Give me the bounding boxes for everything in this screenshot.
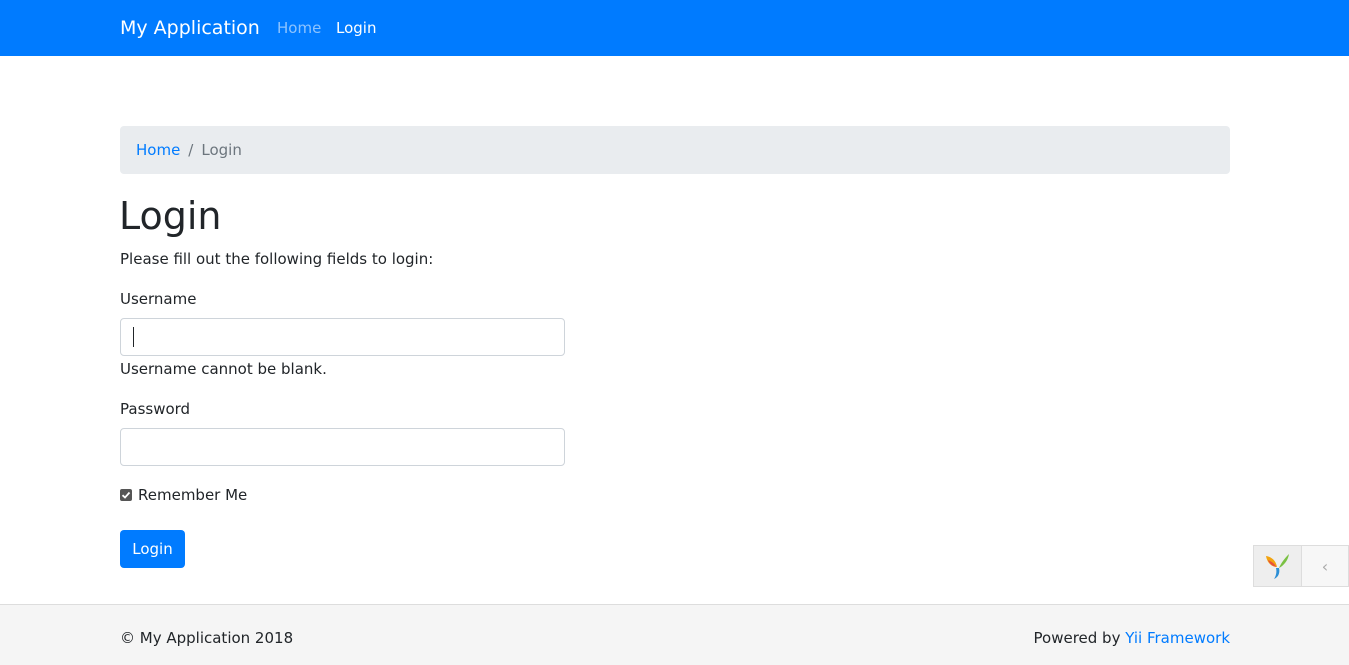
page-footer: © My Application 2018 Powered by Yii Fra…: [0, 604, 1349, 665]
checkmark-icon: [121, 491, 131, 499]
remember-me-row[interactable]: Remember Me: [120, 485, 247, 505]
username-label: Username: [120, 290, 197, 308]
debug-toolbar: ‹: [1253, 545, 1349, 587]
breadcrumb-current: Login: [201, 141, 242, 159]
nav-item-home[interactable]: Home: [277, 18, 321, 38]
breadcrumb-separator: /: [188, 141, 194, 159]
footer-copyright: © My Application 2018: [120, 629, 294, 647]
yii-framework-link[interactable]: Yii Framework: [1125, 629, 1230, 647]
footer-powered-by: Powered by Yii Framework: [1034, 628, 1230, 648]
chevron-left-icon[interactable]: ‹: [1302, 546, 1348, 586]
login-button[interactable]: Login: [120, 530, 185, 568]
page-title: Login: [119, 194, 222, 238]
powered-by-prefix: Powered by: [1033, 629, 1126, 647]
password-label: Password: [120, 400, 191, 418]
password-input[interactable]: [120, 428, 565, 466]
text-caret: [133, 327, 134, 347]
remember-me-checkbox[interactable]: [120, 489, 132, 501]
breadcrumb-home-link[interactable]: Home: [136, 141, 180, 159]
brand-link[interactable]: My Application: [120, 15, 260, 41]
yii-logo-icon[interactable]: [1254, 546, 1302, 586]
breadcrumb: Home / Login: [120, 126, 1230, 174]
page-intro: Please fill out the following fields to …: [120, 250, 434, 268]
nav-item-login[interactable]: Login: [336, 18, 376, 38]
top-navbar: My Application Home Login: [0, 0, 1349, 56]
username-error: Username cannot be blank.: [120, 360, 327, 378]
username-input[interactable]: [120, 318, 565, 356]
remember-me-label: Remember Me: [138, 486, 248, 504]
